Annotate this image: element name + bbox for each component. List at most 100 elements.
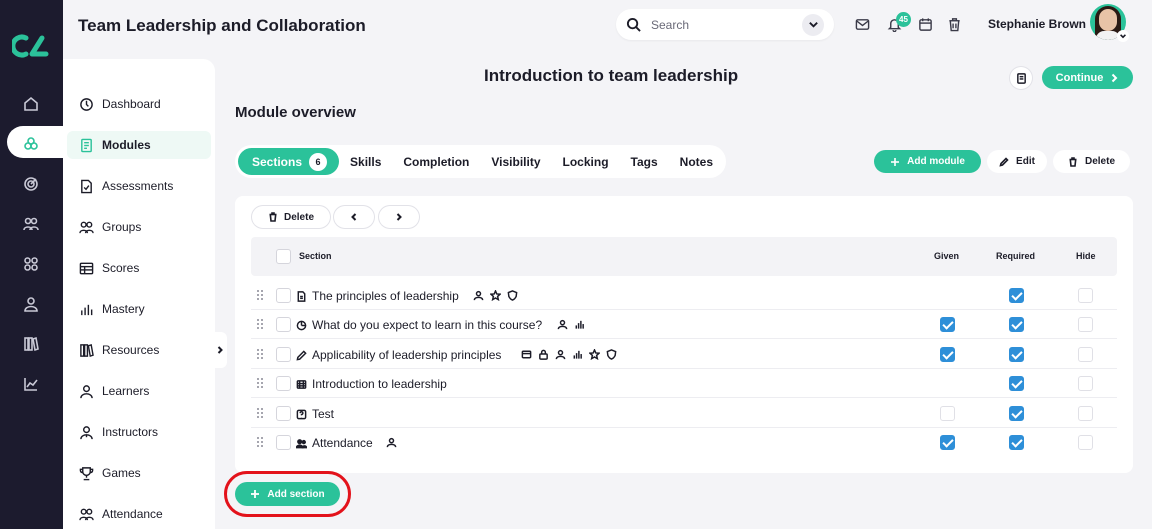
- edit-button[interactable]: Edit: [987, 150, 1047, 173]
- given-checkbox[interactable]: [940, 406, 955, 421]
- tab-sections[interactable]: Sections 6: [238, 148, 340, 175]
- given-checkbox[interactable]: [940, 317, 955, 332]
- icon-rail: [0, 0, 77, 529]
- row-checkbox[interactable]: [276, 376, 291, 391]
- table-row[interactable]: The principles of leadership: [251, 281, 1117, 310]
- row-checkbox[interactable]: [276, 406, 291, 421]
- drag-handle-icon[interactable]: [257, 437, 263, 447]
- hide-checkbox[interactable]: [1078, 376, 1093, 391]
- table-row[interactable]: Applicability of leadership principles: [251, 340, 1117, 369]
- notes-button[interactable]: [1010, 67, 1032, 89]
- row-checkbox[interactable]: [276, 288, 291, 303]
- dashboard-icon: [80, 97, 93, 111]
- test-icon: [296, 407, 308, 420]
- sidebar-item-assessments[interactable]: Assessments: [67, 172, 211, 200]
- users-icon[interactable]: [20, 213, 42, 235]
- continue-button[interactable]: Continue: [1042, 66, 1133, 89]
- sidebar-item-groups[interactable]: Groups: [67, 213, 211, 241]
- sidebar-item-label: Resources: [102, 343, 160, 357]
- delete-selected-button[interactable]: Delete: [252, 206, 330, 228]
- sidebar-item-games[interactable]: Games: [67, 459, 211, 487]
- modules-icon: [81, 138, 92, 152]
- chevron-right-icon: [396, 213, 402, 221]
- sidebar-item-attendance[interactable]: Attendance: [67, 500, 211, 528]
- drag-handle-icon[interactable]: [257, 319, 263, 329]
- pie-icon: [296, 318, 308, 331]
- hide-checkbox[interactable]: [1078, 406, 1093, 421]
- column-header-hide: Hide: [1076, 251, 1096, 261]
- delete-module-button[interactable]: Delete: [1053, 150, 1130, 173]
- mail-icon[interactable]: [855, 17, 871, 33]
- select-all-checkbox[interactable]: [276, 249, 291, 264]
- required-checkbox[interactable]: [1009, 317, 1024, 332]
- tab-locking[interactable]: Locking: [552, 148, 620, 175]
- drag-handle-icon[interactable]: [257, 408, 263, 418]
- avatar-menu-chevron[interactable]: [1117, 30, 1129, 42]
- given-checkbox[interactable]: [940, 435, 955, 450]
- search-dropdown-button[interactable]: [802, 13, 824, 36]
- tab-completion[interactable]: Completion: [392, 148, 480, 175]
- search-bar[interactable]: Search: [616, 9, 834, 40]
- required-checkbox[interactable]: [1009, 435, 1024, 450]
- table-row[interactable]: Test: [251, 399, 1117, 428]
- logo[interactable]: [12, 32, 52, 60]
- hide-checkbox[interactable]: [1078, 288, 1093, 303]
- books-icon[interactable]: [20, 333, 42, 355]
- drag-handle-icon[interactable]: [257, 349, 263, 359]
- sidebar-item-resources[interactable]: Resources: [67, 336, 211, 364]
- row-checkbox[interactable]: [276, 347, 291, 362]
- hide-checkbox[interactable]: [1078, 435, 1093, 450]
- drag-handle-icon[interactable]: [257, 378, 263, 388]
- table-row[interactable]: Attendance: [251, 428, 1117, 457]
- row-checkbox[interactable]: [276, 435, 291, 450]
- sidebar-item-scores[interactable]: Scores: [67, 254, 211, 282]
- required-checkbox[interactable]: [1009, 347, 1024, 362]
- target-icon[interactable]: [20, 173, 42, 195]
- row-checkbox[interactable]: [276, 317, 291, 332]
- assessments-icon: [81, 179, 92, 193]
- table-row[interactable]: Introduction to leadership: [251, 369, 1117, 398]
- required-checkbox[interactable]: [1009, 376, 1024, 391]
- page-title: Introduction to team leadership: [484, 66, 739, 85]
- document-icon: [296, 289, 308, 302]
- required-checkbox[interactable]: [1009, 406, 1024, 421]
- sidebar-item-mastery[interactable]: Mastery: [67, 295, 211, 323]
- next-button[interactable]: [379, 206, 419, 228]
- required-checkbox[interactable]: [1009, 288, 1024, 303]
- home-icon[interactable]: [20, 93, 42, 115]
- modules-icon[interactable]: [20, 133, 42, 155]
- calendar-icon[interactable]: [918, 17, 934, 33]
- user-name[interactable]: Stephanie Brown: [988, 17, 1086, 31]
- chevron-right-icon: [217, 346, 223, 354]
- sidebar-item-dashboard[interactable]: Dashboard: [67, 90, 211, 118]
- hide-checkbox[interactable]: [1078, 347, 1093, 362]
- sidebar-item-learners[interactable]: Learners: [67, 377, 211, 405]
- column-header-section: Section: [299, 251, 332, 261]
- tab-skills[interactable]: Skills: [339, 148, 392, 175]
- search-input[interactable]: Search: [651, 18, 802, 32]
- trash-icon[interactable]: [947, 17, 963, 33]
- hide-checkbox[interactable]: [1078, 317, 1093, 332]
- sidebar-item-label: Modules: [102, 138, 151, 152]
- tab-tags[interactable]: Tags: [620, 148, 669, 175]
- user-icon[interactable]: [20, 293, 42, 315]
- sidebar-item-instructors[interactable]: Instructors: [67, 418, 211, 446]
- sidebar-item-modules[interactable]: Modules: [67, 131, 211, 159]
- drag-handle-icon[interactable]: [257, 290, 263, 300]
- tab-notes[interactable]: Notes: [669, 148, 724, 175]
- tab-visibility[interactable]: Visibility: [480, 148, 551, 175]
- people-icon: [295, 436, 308, 449]
- row-title: What do you expect to learn in this cour…: [312, 318, 543, 332]
- resources-icon: [80, 343, 94, 357]
- table-row[interactable]: What do you expect to learn in this cour…: [251, 310, 1117, 339]
- plus-icon: [891, 157, 900, 166]
- attendance-icon: [79, 508, 94, 520]
- chart-icon[interactable]: [20, 373, 42, 395]
- add-section-button[interactable]: Add section: [235, 482, 340, 506]
- sidebar-collapse-button[interactable]: [213, 332, 227, 368]
- given-checkbox[interactable]: [940, 347, 955, 362]
- add-module-button[interactable]: Add module: [874, 150, 981, 173]
- previous-button[interactable]: [334, 206, 374, 228]
- grid-icon[interactable]: [20, 253, 42, 275]
- app-title: Team Leadership and Collaboration: [78, 16, 366, 35]
